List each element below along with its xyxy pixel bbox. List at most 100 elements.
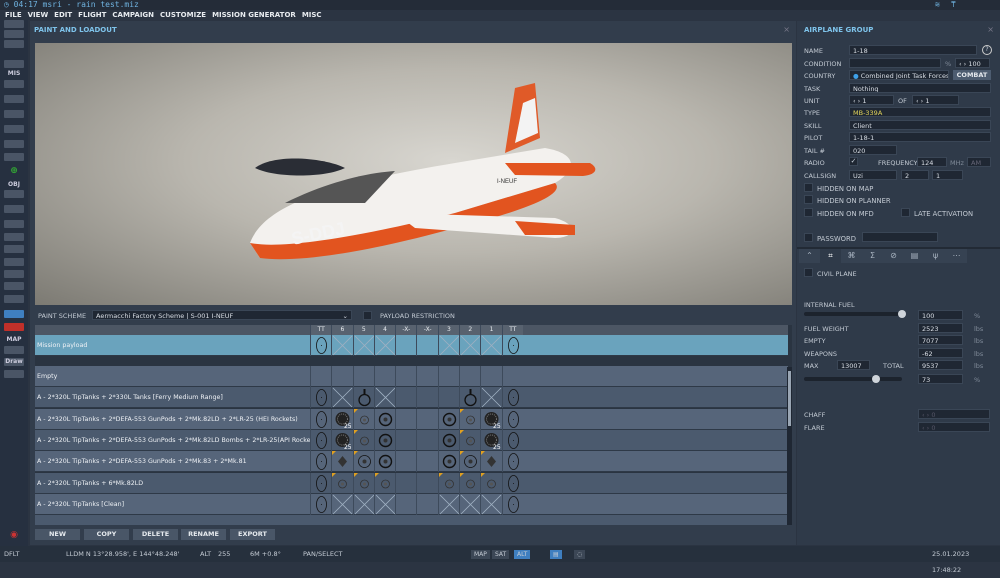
- pylon-cell[interactable]: [416, 451, 437, 473]
- toolbar-button[interactable]: [4, 245, 24, 253]
- pylon-cell[interactable]: [480, 366, 501, 387]
- pylon-cell[interactable]: [459, 451, 480, 473]
- combat-button[interactable]: COMBAT: [953, 70, 991, 80]
- pylon-cell[interactable]: [331, 387, 353, 409]
- pylon-cell[interactable]: [416, 387, 437, 409]
- pylon-cell[interactable]: [437, 408, 459, 430]
- pylon-cell[interactable]: [437, 451, 459, 473]
- add-icon[interactable]: ⊕: [0, 166, 28, 176]
- pylon-cell[interactable]: [480, 472, 501, 494]
- pylon-cell[interactable]: [459, 335, 481, 356]
- hidden-on-map-checkbox[interactable]: [804, 183, 813, 192]
- pylon-cell[interactable]: [480, 387, 502, 409]
- table-row[interactable]: A - 2*320L TipTanks + 2*DEFA-553 GunPods…: [35, 451, 788, 473]
- toolbar-button[interactable]: [4, 346, 24, 354]
- chaff-stepper[interactable]: ‹ › 0: [918, 409, 990, 419]
- table-row[interactable]: A - 2*320L TipTanks + 6*Mk.82LD: [35, 472, 788, 494]
- radio-tab[interactable]: ψ: [925, 249, 946, 263]
- pylon-cell[interactable]: 25: [331, 408, 352, 430]
- fuel-slider-thumb[interactable]: [898, 310, 906, 318]
- pylon-cell[interactable]: [395, 387, 416, 409]
- layer-select[interactable]: DFLT: [4, 546, 19, 562]
- pylon-cell[interactable]: [331, 472, 352, 494]
- pylon-cell[interactable]: 25: [480, 429, 501, 451]
- fuel-weight-input[interactable]: 2523: [918, 323, 963, 333]
- pylon-cell[interactable]: [459, 493, 481, 515]
- toolbar-button[interactable]: [4, 295, 24, 303]
- scrollbar[interactable]: [787, 367, 792, 525]
- pylon-cell[interactable]: [352, 335, 374, 356]
- export-button[interactable]: EXPORT: [230, 529, 275, 540]
- pylon-cell[interactable]: [310, 366, 331, 387]
- pylon-cell[interactable]: [480, 493, 502, 515]
- pylon-cell[interactable]: [437, 366, 459, 387]
- tail-input[interactable]: 020: [849, 145, 897, 155]
- fuel-slider[interactable]: [804, 310, 906, 318]
- copy-button[interactable]: COPY: [84, 529, 129, 540]
- toolbar-button[interactable]: [4, 370, 24, 378]
- weapons-weight-input[interactable]: -62: [918, 348, 963, 358]
- pylon-cell[interactable]: [416, 429, 437, 451]
- pylon-cell[interactable]: [352, 451, 374, 473]
- pylon-cell[interactable]: [395, 366, 416, 387]
- load-slider-thumb[interactable]: [871, 375, 880, 383]
- pylon-cell[interactable]: [416, 493, 437, 515]
- country-select[interactable]: ● Combined Joint Task Forces: [849, 70, 949, 80]
- pylon-cell[interactable]: [395, 429, 416, 451]
- new-button[interactable]: NEW: [35, 529, 80, 540]
- late-activation-checkbox[interactable]: [901, 208, 910, 217]
- table-row[interactable]: A - 2*320L TipTanks + 2*DEFA-553 GunPods…: [35, 408, 788, 430]
- pylon-cell[interactable]: [459, 387, 480, 409]
- toolbar-button[interactable]: [4, 190, 24, 198]
- toolbar-button[interactable]: [4, 95, 24, 103]
- toolbar-button[interactable]: [4, 270, 24, 278]
- sat-button[interactable]: SAT: [492, 550, 510, 559]
- pylon-cell[interactable]: [373, 387, 396, 409]
- civil-plane-checkbox[interactable]: [804, 268, 813, 277]
- toolbar-button[interactable]: [4, 80, 24, 88]
- hidden-on-mfd-checkbox[interactable]: [804, 208, 813, 217]
- pylon-cell[interactable]: [480, 451, 501, 473]
- toolbar-button[interactable]: [4, 233, 24, 241]
- internal-fuel-input[interactable]: 100: [918, 310, 963, 320]
- pylon-cell[interactable]: [501, 451, 523, 473]
- pylon-cell[interactable]: [352, 493, 374, 515]
- pylon-cell[interactable]: [416, 472, 437, 494]
- menu-flight[interactable]: FLIGHT: [78, 10, 106, 21]
- scrollbar-thumb[interactable]: [788, 371, 791, 426]
- pylon-cell[interactable]: [373, 366, 395, 387]
- pilot-input[interactable]: 1-18-1: [849, 132, 991, 142]
- frequency-input[interactable]: 124: [917, 157, 947, 167]
- flare-stepper[interactable]: ‹ › 0: [918, 422, 990, 432]
- menu-customize[interactable]: CUSTOMIZE: [160, 10, 206, 21]
- pylon-cell[interactable]: [416, 366, 437, 387]
- toolbar-button[interactable]: [4, 140, 24, 148]
- alt-button[interactable]: ALT: [514, 550, 531, 559]
- table-row[interactable]: Empty: [35, 366, 788, 387]
- toolbar-button[interactable]: [4, 282, 24, 290]
- pylon-cell[interactable]: [395, 335, 416, 356]
- password-checkbox[interactable]: [804, 233, 813, 242]
- route-tab[interactable]: ⌃: [799, 249, 820, 263]
- pylon-cell[interactable]: [373, 451, 395, 473]
- callsign-n2[interactable]: 1: [932, 170, 963, 180]
- pylon-cell[interactable]: [310, 408, 331, 430]
- pylon-cell[interactable]: [331, 366, 352, 387]
- type-select[interactable]: MB-339A: [849, 107, 991, 117]
- toolbar-button[interactable]: [4, 60, 24, 68]
- condition-stepper[interactable]: ‹ › 100: [955, 58, 990, 68]
- grid-icon[interactable]: ▤: [550, 550, 562, 559]
- pylon-cell[interactable]: [310, 429, 331, 451]
- menu-mission-generator[interactable]: MISSION GENERATOR: [212, 10, 296, 21]
- toolbar-button[interactable]: [4, 110, 24, 118]
- sigma-tab[interactable]: Σ: [862, 249, 883, 263]
- total-weight-input[interactable]: 9537: [918, 360, 963, 370]
- pylon-cell[interactable]: [331, 451, 352, 473]
- pylon-cell[interactable]: [501, 335, 523, 356]
- paint-scheme-select[interactable]: Aermacchi Factory Scheme | S-001 I-NEUF ⌄: [92, 310, 352, 320]
- pylon-cell[interactable]: [352, 429, 374, 451]
- hidden-on-planner-checkbox[interactable]: [804, 195, 813, 204]
- task-select[interactable]: Nothing: [849, 83, 991, 93]
- load-input[interactable]: 73: [918, 374, 963, 384]
- mission-payload-row[interactable]: Mission payload: [35, 335, 788, 356]
